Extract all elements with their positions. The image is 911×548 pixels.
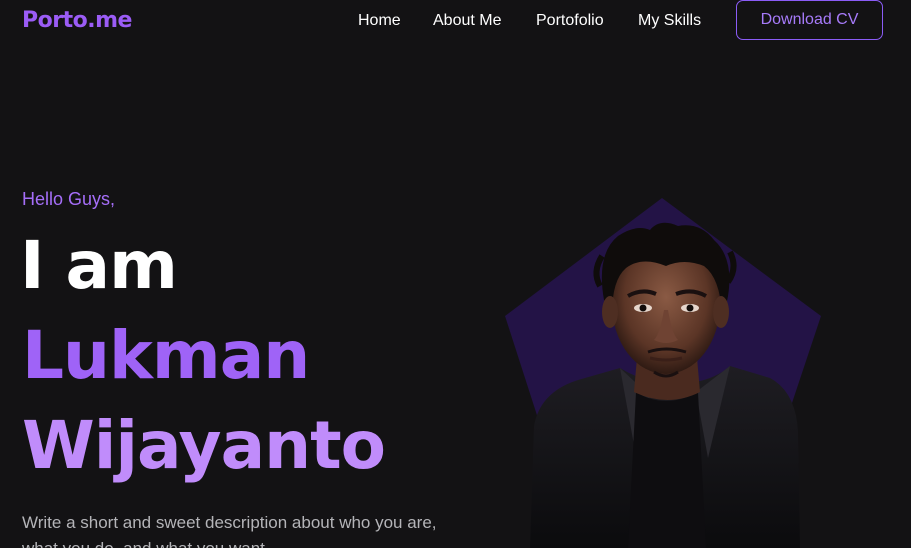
hero-intro: I am [20, 227, 178, 304]
hero-last-name: Wijayanto [22, 407, 386, 484]
nav-skills-link[interactable]: My Skills [638, 10, 701, 32]
site-logo[interactable]: Porto.me [22, 6, 132, 36]
download-cv-button[interactable]: Download CV [736, 0, 883, 40]
page: Porto.me Home About Me Portofolio My Ski… [0, 0, 911, 548]
nav-home-link[interactable]: Home [358, 10, 401, 32]
hero-greeting: Hello Guys, [22, 189, 116, 209]
nav-portfolio-link[interactable]: Portofolio [536, 10, 604, 32]
hero-first-name: Lukman [22, 317, 310, 394]
portrait-image [505, 198, 821, 548]
hero-description: Write a short and sweet description abou… [22, 513, 437, 548]
nav-about-link[interactable]: About Me [433, 10, 501, 32]
